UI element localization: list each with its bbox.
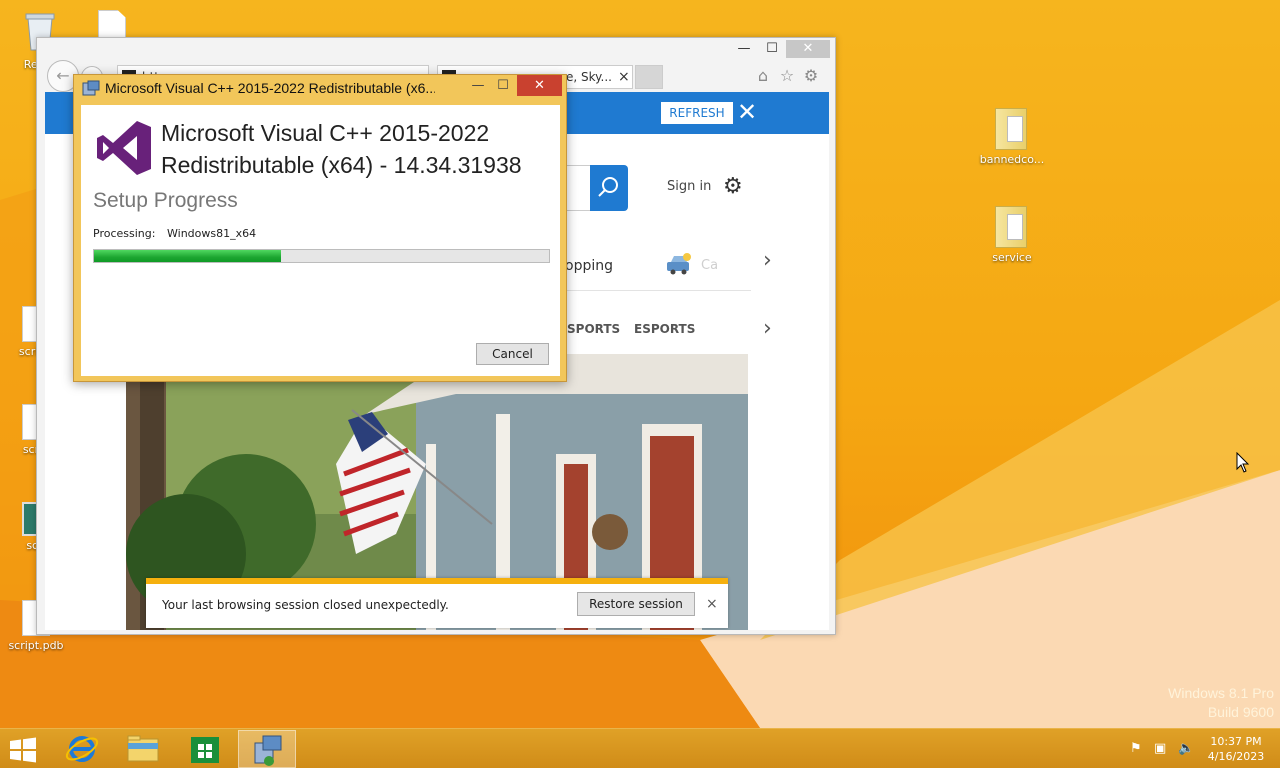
- restore-session-bar: Your last browsing session closed unexpe…: [146, 578, 728, 628]
- browser-close-button[interactable]: ✕: [786, 40, 830, 58]
- clock[interactable]: 10:37 PM 4/16/2023: [1200, 734, 1272, 764]
- restore-session-button[interactable]: Restore session: [577, 592, 695, 616]
- nav-esports[interactable]: ESPORTS: [634, 322, 695, 336]
- folder-icon: [995, 106, 1029, 150]
- tab-close-button[interactable]: ×: [618, 66, 630, 88]
- installer-dialog: Microsoft Visual C++ 2015-2022 Redistrib…: [73, 74, 567, 382]
- chevron-right-icon[interactable]: ›: [763, 248, 772, 273]
- cars-link-faded[interactable]: Ca: [701, 258, 718, 273]
- nav-sports[interactable]: SPORTS: [567, 322, 620, 336]
- product-title: Microsoft Visual C++ 2015-2022 Redistrib…: [161, 117, 522, 181]
- tab-label: e, Sky...: [566, 70, 612, 84]
- refresh-button[interactable]: REFRESH: [661, 102, 733, 124]
- installer-maximize-button[interactable]: ☐: [492, 75, 514, 96]
- desktop-icon-bannedco[interactable]: bannedco...: [974, 106, 1050, 166]
- taskbar-file-explorer[interactable]: [114, 730, 172, 768]
- taskbar-installer[interactable]: [238, 730, 296, 768]
- start-windows-icon[interactable]: [8, 737, 38, 763]
- watermark-build: Build 9600: [1207, 704, 1274, 720]
- search-icon: [598, 177, 618, 197]
- car-icon: [667, 253, 691, 275]
- shopping-link[interactable]: opping: [565, 258, 613, 274]
- close-icon[interactable]: ×: [706, 596, 718, 612]
- cancel-button[interactable]: Cancel: [476, 343, 549, 365]
- setup-progress-heading: Setup Progress: [93, 189, 238, 212]
- action-center-flag-icon[interactable]: ⚑: [1130, 741, 1142, 756]
- desktop-icon-label: script.pdb: [8, 639, 64, 652]
- taskbar-internet-explorer[interactable]: [53, 730, 111, 768]
- chevron-right-icon[interactable]: ›: [763, 316, 772, 341]
- taskbar: ⚑ ▣ 🔈 10:37 PM 4/16/2023: [0, 728, 1280, 768]
- installer-close-button[interactable]: ✕: [517, 75, 562, 96]
- installer-minimize-button[interactable]: —: [467, 75, 489, 96]
- tools-gear-icon[interactable]: ⚙: [801, 66, 821, 86]
- installer-body: Microsoft Visual C++ 2015-2022 Redistrib…: [81, 105, 560, 376]
- browser-minimize-button[interactable]: —: [730, 40, 758, 58]
- file-explorer-icon: [127, 735, 159, 762]
- clock-date: 4/16/2023: [1207, 750, 1265, 763]
- network-icon[interactable]: ▣: [1154, 741, 1166, 756]
- product-title-line1: Microsoft Visual C++ 2015-2022: [161, 120, 490, 146]
- product-title-line2: Redistributable (x64) - 14.34.31938: [161, 152, 522, 178]
- favorites-star-icon[interactable]: ☆: [777, 66, 797, 86]
- progress-bar: [93, 249, 550, 263]
- close-icon[interactable]: ✕: [737, 98, 757, 126]
- settings-gear-icon[interactable]: ⚙: [723, 174, 743, 199]
- progress-bar-fill: [94, 250, 281, 262]
- visual-studio-logo-icon: [97, 121, 151, 175]
- store-icon: [191, 737, 219, 763]
- mouse-cursor-icon: [1236, 452, 1250, 473]
- folder-icon: [995, 204, 1029, 248]
- installer-app-icon: [254, 735, 282, 766]
- processing-value: Windows81_x64: [167, 227, 257, 240]
- home-icon[interactable]: ⌂: [753, 66, 773, 86]
- sign-in-link[interactable]: Sign in: [667, 179, 711, 194]
- search-button[interactable]: [590, 165, 628, 211]
- desktop-icon-label: service: [992, 251, 1032, 264]
- installer-app-icon: [82, 80, 100, 96]
- taskbar-store[interactable]: [176, 730, 234, 768]
- new-tab-button[interactable]: [635, 65, 663, 89]
- desktop-icon-label: bannedco...: [979, 153, 1045, 166]
- installer-window-title: Microsoft Visual C++ 2015-2022 Redistrib…: [105, 80, 435, 96]
- browser-maximize-button[interactable]: ☐: [758, 40, 786, 58]
- clock-time: 10:37 PM: [1210, 735, 1262, 748]
- volume-muted-icon[interactable]: 🔈: [1178, 741, 1194, 756]
- desktop-icon-service[interactable]: service: [974, 204, 1050, 264]
- watermark-edition: Windows 8.1 Pro: [1168, 685, 1274, 701]
- windows-watermark: Windows 8.1 Pro Build 9600: [1168, 684, 1274, 722]
- restore-message: Your last browsing session closed unexpe…: [162, 598, 449, 612]
- back-arrow-icon: ←: [56, 66, 70, 85]
- processing-label: Processing:: [93, 227, 156, 240]
- internet-explorer-icon: [65, 736, 99, 762]
